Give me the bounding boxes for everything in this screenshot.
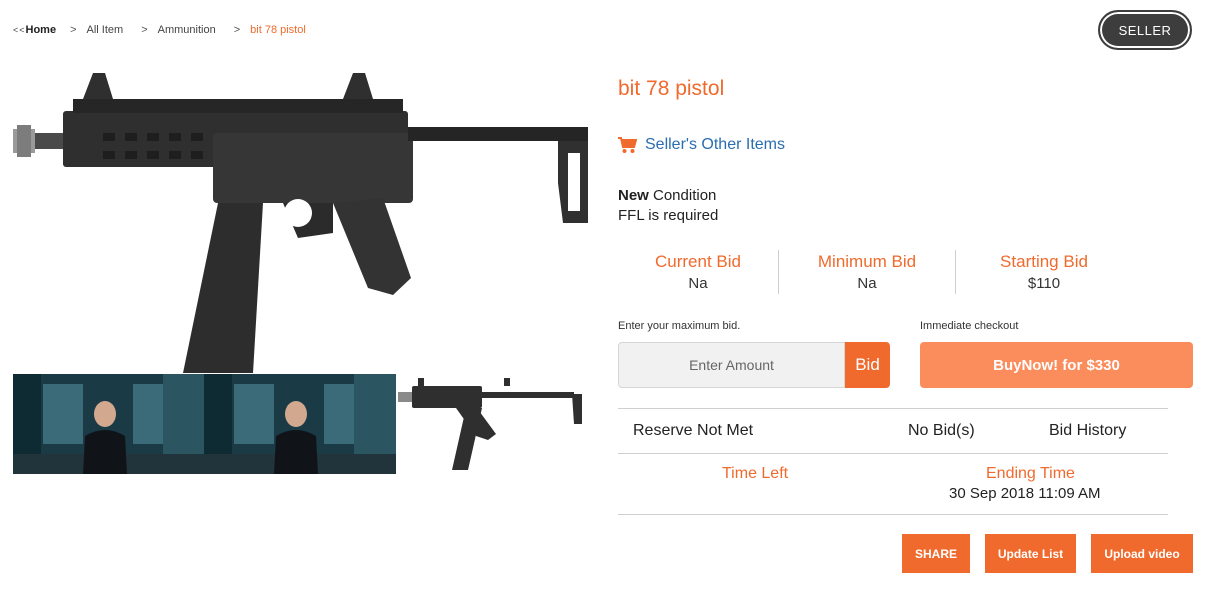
- thumbnail-image-1[interactable]: [13, 374, 204, 474]
- reserve-status: Reserve Not Met: [633, 422, 754, 439]
- bid-count: No Bid(s): [908, 422, 975, 439]
- minimum-bid-value: Na: [857, 275, 877, 292]
- bid-history-link[interactable]: Bid History: [1049, 422, 1126, 440]
- product-title: bit 78 pistol: [618, 77, 725, 100]
- breadcrumb: << Home > All Item > Ammunition > bit 78…: [13, 24, 306, 36]
- breadcrumb-separator: >: [70, 24, 77, 36]
- current-bid-value: Na: [688, 275, 708, 292]
- breadcrumb-separator: >: [141, 24, 148, 36]
- breadcrumb-current-item: bit 78 pistol: [250, 24, 306, 36]
- starting-bid-value: $110: [1027, 275, 1061, 292]
- condition-block: New Condition FFL is required: [618, 186, 718, 226]
- breadcrumb-back-prefix: <<: [13, 25, 26, 35]
- update-list-button[interactable]: Update List: [985, 534, 1076, 573]
- seller-button[interactable]: SELLER: [1098, 10, 1192, 50]
- current-bid: Current Bid Na: [618, 252, 778, 292]
- breadcrumb-all-item-link[interactable]: All Item: [87, 24, 124, 36]
- minimum-bid: Minimum Bid Na: [779, 252, 955, 292]
- condition-value: New: [618, 187, 649, 204]
- share-button[interactable]: SHARE: [902, 534, 970, 573]
- checkout-label: Immediate checkout: [920, 320, 1019, 332]
- bid-amount-input[interactable]: Enter Amount: [618, 342, 845, 388]
- condition-label: Condition: [648, 187, 717, 204]
- seller-other-items-label: Seller's Other Items: [645, 136, 785, 153]
- time-left-label: Time Left: [722, 465, 789, 482]
- breadcrumb-ammunition-link[interactable]: Ammunition: [158, 24, 216, 36]
- current-bid-label: Current Bid: [655, 252, 741, 271]
- ending-time-label: Ending Time: [986, 465, 1075, 482]
- buy-now-button[interactable]: BuyNow! for $330: [920, 342, 1193, 388]
- max-bid-label: Enter your maximum bid.: [618, 320, 741, 332]
- thumbnail-image-2[interactable]: [204, 374, 396, 474]
- ending-time-value: 30 Sep 2018 11:09 AM: [949, 485, 1101, 502]
- divider: [618, 408, 1168, 409]
- seller-other-items-link[interactable]: Seller's Other Items: [618, 136, 785, 154]
- divider: [618, 514, 1168, 515]
- ffl-notice: FFL is required: [618, 207, 719, 224]
- thumbnail-image-3[interactable]: [396, 374, 588, 474]
- minimum-bid-label: Minimum Bid: [817, 252, 917, 271]
- breadcrumb-home-link[interactable]: Home: [26, 24, 57, 36]
- cart-icon: [618, 136, 637, 153]
- condition-line: New Condition: [618, 186, 718, 206]
- starting-bid: Starting Bid $110: [956, 252, 1132, 292]
- starting-bid-label: Starting Bid: [1000, 252, 1088, 271]
- breadcrumb-separator: >: [233, 24, 241, 36]
- bid-button[interactable]: Bid: [845, 342, 890, 388]
- upload-video-button[interactable]: Upload video: [1091, 534, 1193, 573]
- divider: [618, 453, 1168, 454]
- main-product-image[interactable]: [13, 73, 588, 373]
